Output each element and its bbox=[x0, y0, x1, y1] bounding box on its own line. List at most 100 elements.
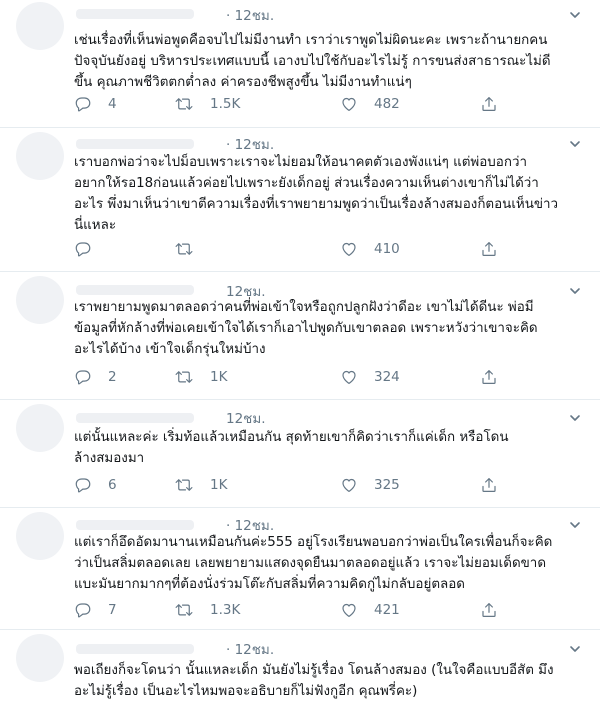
reply-icon bbox=[74, 476, 92, 494]
heart-icon bbox=[340, 95, 358, 113]
timeline: · 12ชม. เช่นเรื่องที่เห็นพ่อพูดคือจบไปไม… bbox=[0, 0, 600, 706]
tweet-line: พอเถียงก็จะโดนว่า นั้นแหละเด็ก มันยังไม่… bbox=[74, 663, 554, 678]
retweet-button[interactable] bbox=[174, 240, 230, 258]
tweet-time[interactable]: · 12ชม. bbox=[226, 638, 274, 660]
tweet-time[interactable]: · 12ชม. bbox=[226, 4, 274, 26]
reply-count: 7 bbox=[108, 602, 117, 618]
like-count: 482 bbox=[374, 96, 400, 112]
share-icon bbox=[480, 240, 498, 258]
retweet-icon bbox=[174, 240, 194, 258]
share-icon bbox=[480, 368, 498, 386]
tweet-line: ปัจจุบันยังอยู่ บริหารประเทศแบบนี้ เอางบ… bbox=[74, 54, 551, 69]
tweet-line: แต่เราก็อึดอัดมานานเหมือนกันค่ะ555 อยู่โ… bbox=[74, 535, 553, 550]
avatar[interactable] bbox=[16, 512, 64, 560]
reply-button[interactable]: 7 bbox=[74, 601, 128, 619]
retweet-button[interactable]: 1.3K bbox=[174, 601, 240, 619]
tweet-actions: 4 1.5K 482 bbox=[74, 95, 574, 117]
tweet-author[interactable] bbox=[76, 641, 202, 659]
tweet-text: แต่นั้นแหละค่ะ เริ่มท้อแล้วเหมือนกัน สุด… bbox=[74, 427, 574, 469]
retweet-icon bbox=[174, 368, 194, 386]
share-icon bbox=[480, 476, 498, 494]
tweet-line: เช่นเรื่องที่เห็นพ่อพูดคือจบไปไม่มีงานทำ… bbox=[74, 33, 548, 48]
share-button[interactable] bbox=[480, 240, 498, 258]
reply-button[interactable] bbox=[74, 240, 128, 258]
tweet-text: แต่เราก็อึดอัดมานานเหมือนกันค่ะ555 อยู่โ… bbox=[74, 532, 574, 595]
tweet-line: นี่แหละ bbox=[74, 218, 117, 233]
like-button[interactable]: 325 bbox=[340, 476, 400, 494]
share-icon bbox=[480, 95, 498, 113]
tweet-text: เราบอกพ่อว่าจะไปม็อบเพราะเราจะไม่ยอมให้อ… bbox=[74, 152, 574, 236]
tweet-line: ล้างสมองมา bbox=[74, 451, 145, 466]
like-count: 324 bbox=[374, 369, 400, 385]
like-button[interactable]: 410 bbox=[340, 240, 400, 258]
avatar[interactable] bbox=[16, 2, 64, 50]
like-button[interactable]: 421 bbox=[340, 601, 400, 619]
tweet-line: ว่าเป็นสลิ่มตลอดเลย เลยพยายามแสดงจุดยืนม… bbox=[74, 556, 547, 571]
tweet[interactable]: 12ชม. เราพยายามพูดมาตลอดว่าคนที่พ่อเข้าใ… bbox=[0, 272, 600, 400]
reply-count: 4 bbox=[108, 96, 117, 112]
avatar[interactable] bbox=[16, 132, 64, 180]
tweet-line: อะไร พึ่งมาเห็นว่าเขาตีความเรื่องที่เราพ… bbox=[74, 197, 559, 212]
tweet[interactable]: · 12ชม. แต่เราก็อึดอัดมานานเหมือนกันค่ะ5… bbox=[0, 508, 600, 630]
tweet-line: แต่นั้นแหละค่ะ เริ่มท้อแล้วเหมือนกัน สุด… bbox=[74, 430, 509, 445]
tweet-actions: 410 bbox=[74, 240, 574, 262]
chevron-down-icon[interactable] bbox=[564, 4, 586, 26]
reply-icon bbox=[74, 240, 92, 258]
reply-button[interactable]: 2 bbox=[74, 368, 128, 386]
share-button[interactable] bbox=[480, 368, 498, 386]
reply-icon bbox=[74, 368, 92, 386]
retweet-icon bbox=[174, 476, 194, 494]
tweet-author[interactable] bbox=[76, 410, 202, 428]
like-button[interactable]: 482 bbox=[340, 95, 400, 113]
share-button[interactable] bbox=[480, 476, 498, 494]
retweet-count: 1K bbox=[210, 477, 228, 493]
tweet-line: เราบอกพ่อว่าจะไปม็อบเพราะเราจะไม่ยอมให้อ… bbox=[74, 155, 527, 170]
tweet-actions: 6 1K 325 bbox=[74, 476, 574, 498]
tweet-text: พอเถียงก็จะโดนว่า นั้นแหละเด็ก มันยังไม่… bbox=[74, 660, 574, 702]
share-button[interactable] bbox=[480, 601, 498, 619]
tweet-author[interactable] bbox=[76, 6, 202, 24]
avatar[interactable] bbox=[16, 276, 64, 324]
tweet-line: อะไม่รู้เรื่อง เป็นอะไรไหมพอจะอธิบายก็ไม… bbox=[74, 684, 418, 699]
chevron-down-icon[interactable] bbox=[564, 407, 586, 429]
tweet[interactable]: 12ชม. แต่นั้นแหละค่ะ เริ่มท้อแล้วเหมือนก… bbox=[0, 400, 600, 508]
reply-button[interactable]: 6 bbox=[74, 476, 128, 494]
heart-icon bbox=[340, 601, 358, 619]
reply-icon bbox=[74, 601, 92, 619]
tweet[interactable]: · 12ชม. เช่นเรื่องที่เห็นพ่อพูดคือจบไปไม… bbox=[0, 0, 600, 128]
retweet-button[interactable]: 1.5K bbox=[174, 95, 240, 113]
tweet-line: เราพยายามพูดมาตลอดว่าคนที่พ่อเข้าใจหรือถ… bbox=[74, 300, 534, 315]
tweet-text: เราพยายามพูดมาตลอดว่าคนที่พ่อเข้าใจหรือถ… bbox=[74, 297, 574, 360]
tweet-text: เช่นเรื่องที่เห็นพ่อพูดคือจบไปไม่มีงานทำ… bbox=[74, 30, 574, 93]
tweet-time[interactable]: 12ชม. bbox=[226, 407, 266, 429]
reply-count: 6 bbox=[108, 477, 117, 493]
retweet-icon bbox=[174, 95, 194, 113]
retweet-count: 1.5K bbox=[210, 96, 241, 112]
like-count: 421 bbox=[374, 602, 400, 618]
share-button[interactable] bbox=[480, 95, 498, 113]
like-count: 410 bbox=[374, 241, 400, 257]
retweet-button[interactable]: 1K bbox=[174, 476, 230, 494]
tweet-line: ข้อมูลที่หักล้างที่พ่อเคยเข้าใจได้เราก็เ… bbox=[74, 321, 538, 336]
avatar[interactable] bbox=[16, 404, 64, 452]
tweet[interactable]: · 12ชม. พอเถียงก็จะโดนว่า นั้นแหละเด็ก ม… bbox=[0, 630, 600, 706]
retweet-button[interactable]: 1K bbox=[174, 368, 230, 386]
like-count: 325 bbox=[374, 477, 400, 493]
reply-icon bbox=[74, 95, 92, 113]
heart-icon bbox=[340, 368, 358, 386]
like-button[interactable]: 324 bbox=[340, 368, 400, 386]
tweet[interactable]: · 12ชม. เราบอกพ่อว่าจะไปม็อบเพราะเราจะไม… bbox=[0, 128, 600, 272]
chevron-down-icon[interactable] bbox=[564, 638, 586, 660]
tweet-line: อะไรได้บ้าง เข้าใจเด็กรุ่นใหม่บ้าง bbox=[74, 342, 266, 357]
retweet-count: 1K bbox=[210, 369, 228, 385]
reply-button[interactable]: 4 bbox=[74, 95, 128, 113]
reply-count: 2 bbox=[108, 369, 117, 385]
avatar[interactable] bbox=[16, 634, 64, 682]
tweet-line: ขึ้น คุณภาพชีวิตตกต่ำลง ค่าครองชีพสูงขึ้… bbox=[74, 75, 412, 90]
retweet-count: 1.3K bbox=[210, 602, 241, 618]
tweet-line: อยากให้รอ18ก่อนแล้วค่อยไปเพราะยังเด็กอยู… bbox=[74, 176, 539, 191]
heart-icon bbox=[340, 240, 358, 258]
heart-icon bbox=[340, 476, 358, 494]
tweet-actions: 7 1.3K 421 bbox=[74, 601, 574, 623]
retweet-icon bbox=[174, 601, 194, 619]
